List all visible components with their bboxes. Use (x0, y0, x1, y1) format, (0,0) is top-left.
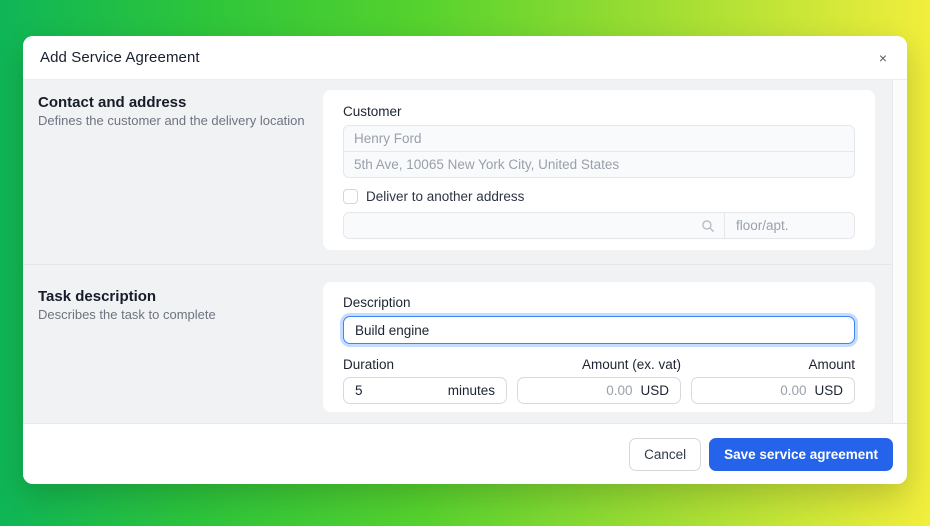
amount-input[interactable] (703, 383, 806, 398)
gradient-background: { "modal": { "title": "Add Service Agree… (0, 0, 930, 526)
description-input[interactable] (343, 316, 855, 344)
delivery-address-input-group (343, 212, 855, 239)
contact-section-subheading: Defines the customer and the delivery lo… (38, 113, 323, 128)
duration-unit-suffix: minutes (448, 383, 495, 398)
customer-address-field[interactable] (343, 151, 855, 178)
task-description-section: Task description Describes the task to c… (23, 265, 907, 423)
customer-label: Customer (343, 104, 855, 119)
scrollbar[interactable] (892, 80, 907, 423)
deliver-checkbox-label: Deliver to another address (366, 189, 524, 204)
duration-field: Duration minutes (343, 357, 507, 404)
amount-input-shell: USD (691, 377, 855, 404)
task-section-heading: Task description (38, 288, 323, 305)
cancel-button[interactable]: Cancel (629, 438, 701, 471)
task-card: Description Duration minutes Amount (ex.… (323, 282, 875, 412)
contact-section-info: Contact and address Defines the customer… (38, 90, 323, 264)
customer-input-group (343, 125, 855, 178)
amount-ex-vat-input-shell: USD (517, 377, 681, 404)
duration-input-shell: minutes (343, 377, 507, 404)
modal-footer: Cancel Save service agreement (23, 423, 907, 484)
description-label: Description (343, 295, 855, 310)
address-search-wrap (344, 213, 724, 238)
add-service-agreement-modal: Add Service Agreement × Contact and addr… (23, 36, 907, 484)
amount-ex-vat-input[interactable] (529, 383, 632, 398)
amount-ex-vat-field: Amount (ex. vat) USD (517, 357, 681, 404)
task-fields-row: Duration minutes Amount (ex. vat) USD (343, 357, 855, 404)
customer-name-field[interactable] (343, 125, 855, 152)
contact-card: Customer Deliver to another address (323, 90, 875, 250)
modal-header: Add Service Agreement × (23, 36, 907, 80)
task-section-subheading: Describes the task to complete (38, 307, 323, 322)
duration-label: Duration (343, 357, 507, 372)
close-icon[interactable]: × (873, 47, 893, 69)
deliver-to-another-address-row: Deliver to another address (343, 189, 855, 204)
duration-input[interactable] (355, 383, 440, 398)
amount-field: Amount USD (691, 357, 855, 404)
search-icon (701, 219, 724, 233)
address-search-input[interactable] (344, 213, 701, 238)
floor-apt-input[interactable] (725, 213, 854, 238)
amount-ex-vat-label: Amount (ex. vat) (517, 357, 681, 372)
contact-and-address-section: Contact and address Defines the customer… (23, 80, 907, 264)
save-service-agreement-button[interactable]: Save service agreement (709, 438, 893, 471)
amount-ex-vat-currency-suffix: USD (640, 383, 669, 398)
amount-label: Amount (691, 357, 855, 372)
modal-title: Add Service Agreement (40, 49, 200, 66)
deliver-checkbox[interactable] (343, 189, 358, 204)
modal-body: Contact and address Defines the customer… (23, 80, 907, 423)
amount-currency-suffix: USD (814, 383, 843, 398)
task-section-info: Task description Describes the task to c… (38, 282, 323, 423)
contact-section-heading: Contact and address (38, 94, 323, 111)
